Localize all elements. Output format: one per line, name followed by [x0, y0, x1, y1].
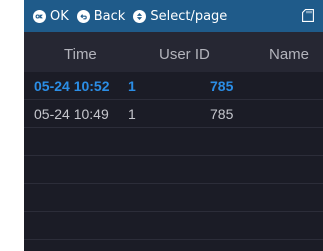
select-page-hint[interactable]: Select/page	[133, 9, 227, 24]
column-header-time: Time	[64, 46, 97, 63]
back-label: Back	[93, 8, 126, 24]
record-row-4-empty	[24, 156, 323, 184]
sd-card-icon	[302, 9, 314, 22]
ok-icon	[33, 9, 46, 23]
up-down-icon	[133, 9, 147, 23]
row-user-id: 1	[128, 106, 136, 122]
select-page-label: Select/page	[150, 8, 228, 24]
record-row-3-empty	[24, 128, 323, 156]
row-name: 785	[210, 106, 234, 122]
ok-hint[interactable]: OK	[33, 9, 69, 24]
row-time: 05-24 10:52	[34, 78, 110, 94]
ok-label: OK	[50, 8, 69, 24]
device-screen: OK Back Select/page Time User ID Name 05…	[24, 0, 323, 251]
row-name: 785	[210, 78, 234, 94]
column-header-name: Name	[269, 46, 310, 63]
back-hint[interactable]: Back	[76, 8, 126, 24]
column-header-user-id: User ID	[159, 46, 210, 63]
row-user-id: 1	[128, 78, 136, 94]
back-icon	[76, 9, 90, 23]
record-row-5-empty	[24, 184, 323, 212]
record-row-2[interactable]: 05-24 10:49 1 785	[24, 100, 323, 128]
record-row-6-empty	[24, 212, 323, 240]
row-time: 05-24 10:49	[34, 106, 109, 122]
record-row-1-selected[interactable]: 05-24 10:52 1 785	[24, 72, 323, 100]
table-header: Time User ID Name	[24, 32, 323, 72]
key-hint-bar: OK Back Select/page	[24, 0, 323, 32]
